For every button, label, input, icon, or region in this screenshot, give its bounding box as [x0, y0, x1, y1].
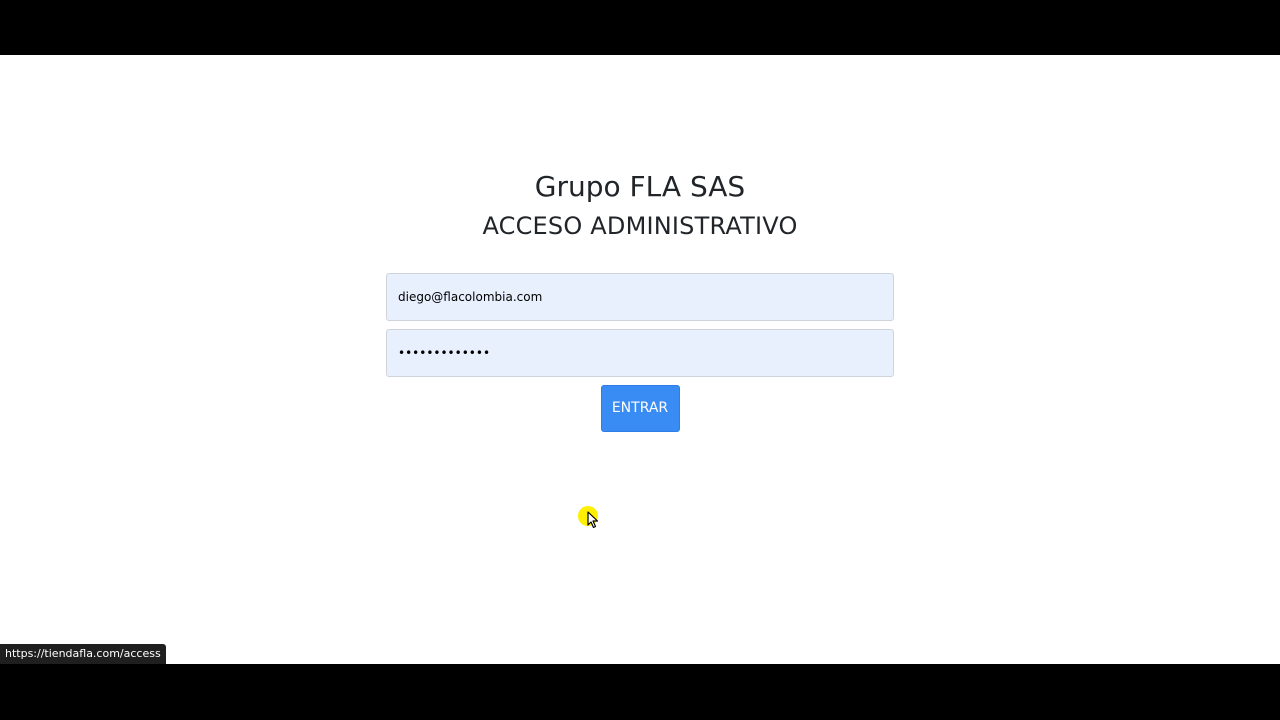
video-letterbox-bottom	[0, 664, 1280, 720]
email-field[interactable]	[386, 273, 894, 321]
mouse-pointer-icon	[578, 506, 600, 532]
cursor-arrow-icon	[587, 511, 599, 529]
login-form: ENTRAR	[386, 273, 894, 432]
submit-row: ENTRAR	[386, 385, 894, 432]
browser-viewport: Grupo FLA SAS ACCESO ADMINISTRATIVO ENTR…	[0, 55, 1280, 664]
password-field[interactable]	[386, 329, 894, 377]
brand-title: Grupo FLA SAS	[534, 170, 746, 203]
page-subtitle: ACCESO ADMINISTRATIVO	[482, 212, 798, 240]
video-letterbox-top	[0, 0, 1280, 55]
login-submit-button[interactable]: ENTRAR	[600, 385, 680, 432]
status-bar-link-url: https://tiendafla.com/access	[0, 644, 166, 664]
